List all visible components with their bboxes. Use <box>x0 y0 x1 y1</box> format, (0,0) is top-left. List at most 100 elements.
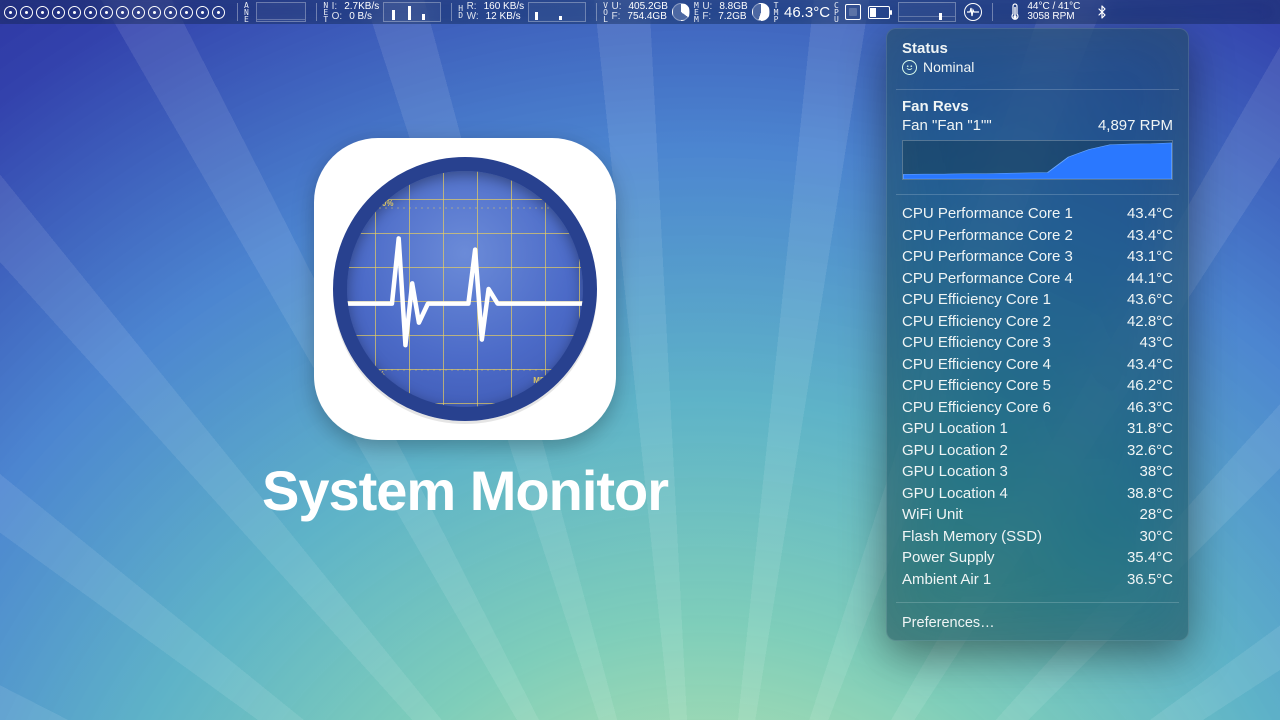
temp-row: CPU Performance Core 3 43.1°C <box>902 246 1173 268</box>
status-row: Nominal <box>902 59 1173 75</box>
temp-value: 38.8°C <box>1127 483 1173 505</box>
temp-name: CPU Performance Core 3 <box>902 246 1073 268</box>
temp-name: Power Supply <box>902 547 995 569</box>
tmp-label: T M P <box>774 2 779 23</box>
vol-pie-icon[interactable] <box>672 3 690 21</box>
temp-name: GPU Location 3 <box>902 461 1008 483</box>
app-icon: 100% 0% MBS <box>314 138 616 440</box>
temp-name: CPU Performance Core 4 <box>902 268 1073 290</box>
temp-value: 32.6°C <box>1127 440 1173 462</box>
temp-row: GPU Location 438.8°C <box>902 483 1173 505</box>
temperature-list: CPU Performance Core 143.4°CCPU Performa… <box>886 201 1189 596</box>
core-dot-6[interactable] <box>84 6 97 19</box>
temp-value: 43.4°C <box>1127 225 1173 247</box>
temp-row: GPU Location 131.8°C <box>902 418 1173 440</box>
temp-value: 46.3°C <box>1127 397 1173 419</box>
mem-label: M E M <box>694 2 699 23</box>
thermometer-icon[interactable] <box>1009 3 1023 21</box>
mem-stats[interactable]: U:8.8GB F:7.2GB <box>702 2 747 22</box>
bluetooth-icon[interactable] <box>1098 5 1106 19</box>
core-dot-5[interactable] <box>68 6 81 19</box>
menubar-temp-readout[interactable]: 44°C / 41°C 3058 RPM <box>1027 2 1080 22</box>
vol-stats[interactable]: U:405.2GB F:754.4GB <box>612 2 668 22</box>
temp-name: CPU Performance Core 2 <box>902 225 1073 247</box>
preferences-menu-item[interactable]: Preferences… <box>886 609 1189 635</box>
temp-value: 35.4°C <box>1127 547 1173 569</box>
hero: 100% 0% MBS System Monitor <box>250 138 680 523</box>
temp-name: CPU Efficiency Core 5 <box>902 375 1051 397</box>
hero-title: System Monitor <box>250 458 680 523</box>
net-label: N E T <box>323 2 328 23</box>
temp-value: 36.5°C <box>1127 569 1173 591</box>
temp-value: 43.4°C <box>1127 354 1173 376</box>
temp-name: CPU Efficiency Core 4 <box>902 354 1051 376</box>
cpu-chart[interactable] <box>898 2 956 22</box>
core-dot-9[interactable] <box>132 6 145 19</box>
temp-value: 42.8°C <box>1127 311 1173 333</box>
smile-icon <box>902 60 917 75</box>
temp-row: CPU Performance Core 2 43.4°C <box>902 225 1173 247</box>
temp-name: CPU Efficiency Core 2 <box>902 311 1051 333</box>
temp-row: Ambient Air 1 36.5°C <box>902 569 1173 591</box>
core-dot-13[interactable] <box>196 6 209 19</box>
temp-name: CPU Efficiency Core 6 <box>902 397 1051 419</box>
ane-chart[interactable] <box>256 2 306 22</box>
temp-row: CPU Efficiency Core 2 42.8°C <box>902 311 1173 333</box>
temp-row: WiFi Unit28°C <box>902 504 1173 526</box>
temp-row: GPU Location 2 32.6°C <box>902 440 1173 462</box>
cpu-chip-icon <box>845 4 861 20</box>
temp-row: Flash Memory (SSD) 30°C <box>902 526 1173 548</box>
temp-name: Ambient Air 1 <box>902 569 991 591</box>
mem-pie-icon[interactable] <box>752 3 770 21</box>
temp-name: CPU Efficiency Core 1 <box>902 289 1051 311</box>
tmp-big-value[interactable]: 46.3°C <box>784 4 830 21</box>
net-stats[interactable]: I:2.7KB/s O:0 B/s <box>332 2 380 22</box>
core-dot-3[interactable] <box>36 6 49 19</box>
temp-value: 46.2°C <box>1127 375 1173 397</box>
core-dot-10[interactable] <box>148 6 161 19</box>
net-chart[interactable] <box>383 2 441 22</box>
menubar[interactable]: A N E N E T I:2.7KB/s O:0 B/s H D R:160 … <box>0 0 1280 24</box>
temp-value: 43°C <box>1139 332 1173 354</box>
core-indicator-dots[interactable] <box>4 6 225 19</box>
status-heading: Status <box>902 40 1173 57</box>
temp-row: CPU Efficiency Core 4 43.4°C <box>902 354 1173 376</box>
cpu-label: C P U <box>834 2 839 23</box>
battery-icon[interactable] <box>868 6 890 19</box>
temp-row: CPU Efficiency Core 1 43.6°C <box>902 289 1173 311</box>
temp-name: WiFi Unit <box>902 504 963 526</box>
core-dot-1[interactable] <box>4 6 17 19</box>
temperature-dropdown-panel[interactable]: Status Nominal Fan Revs Fan "Fan "1"" 4,… <box>886 28 1189 641</box>
temp-value: 44.1°C <box>1127 268 1173 290</box>
ane-label: A N E <box>244 2 249 23</box>
hd-chart[interactable] <box>528 2 586 22</box>
fan-row: Fan "Fan "1"" 4,897 RPM <box>902 117 1173 134</box>
hd-stats[interactable]: R:160 KB/s W:12 KB/s <box>467 2 525 22</box>
core-dot-7[interactable] <box>100 6 113 19</box>
vol-label: V O L <box>603 2 608 23</box>
temp-row: CPU Efficiency Core 5 46.2°C <box>902 375 1173 397</box>
core-dot-8[interactable] <box>116 6 129 19</box>
temp-name: GPU Location 2 <box>902 440 1008 462</box>
activity-pulse-icon[interactable] <box>964 3 982 21</box>
hd-label: H D <box>458 5 463 19</box>
core-dot-14[interactable] <box>212 6 225 19</box>
temp-name: CPU Efficiency Core 3 <box>902 332 1051 354</box>
temp-row: CPU Performance Core 1 43.4°C <box>902 203 1173 225</box>
fan-heading: Fan Revs <box>902 98 1173 115</box>
temp-row: CPU Performance Core 4 44.1°C <box>902 268 1173 290</box>
core-dot-2[interactable] <box>20 6 33 19</box>
temp-row: CPU Efficiency Core 6 46.3°C <box>902 397 1173 419</box>
core-dot-4[interactable] <box>52 6 65 19</box>
temp-value: 30°C <box>1139 526 1173 548</box>
temp-value: 38°C <box>1139 461 1173 483</box>
temp-value: 43.1°C <box>1127 246 1173 268</box>
oscilloscope-icon: 100% 0% MBS <box>333 157 597 421</box>
temp-row: GPU Location 3 38°C <box>902 461 1173 483</box>
temp-value: 43.6°C <box>1127 289 1173 311</box>
temp-name: CPU Performance Core 1 <box>902 203 1073 225</box>
temp-value: 43.4°C <box>1127 203 1173 225</box>
core-dot-12[interactable] <box>180 6 193 19</box>
temp-name: Flash Memory (SSD) <box>902 526 1042 548</box>
core-dot-11[interactable] <box>164 6 177 19</box>
